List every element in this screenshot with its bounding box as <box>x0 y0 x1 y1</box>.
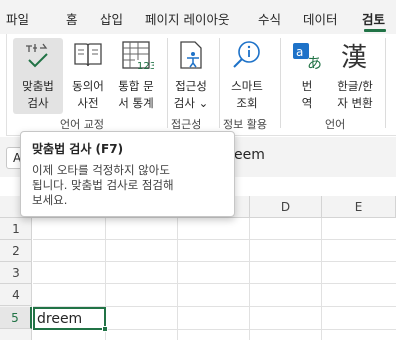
row-header-3[interactable]: 3 <box>0 262 32 284</box>
fill-handle[interactable] <box>102 326 108 332</box>
gridline <box>33 261 396 262</box>
gridline <box>33 283 396 284</box>
gridline <box>249 218 250 340</box>
translate-icon: a あ <box>293 43 322 72</box>
row-header-2[interactable]: 2 <box>0 240 32 262</box>
translate-label: 번 역 <box>301 79 313 110</box>
translate-button[interactable]: a あ 번 역 <box>287 38 327 114</box>
tab-formulas[interactable]: 수식 <box>258 9 281 28</box>
active-tab-indicator <box>364 29 386 32</box>
workbook-statistics-label: 통합 문 서 통계 <box>118 79 154 110</box>
column-header-d[interactable]: D <box>250 196 322 218</box>
workbook-statistics-button[interactable]: 123 통합 문 서 통계 <box>111 38 161 114</box>
check-accessibility-label: 접근성 검사 ⌄ <box>173 79 209 110</box>
row-header-5[interactable]: 5 <box>0 307 32 329</box>
tab-review[interactable]: 검토 <box>362 9 385 28</box>
row-header-1[interactable]: 1 <box>0 218 32 240</box>
thesaurus-button[interactable]: 동의어 사전 <box>65 38 111 114</box>
svg-text:あ: あ <box>307 54 322 72</box>
spelling-label: 맞춤법 검사 <box>22 79 54 110</box>
spelling-button[interactable]: 맞춤법 검사 <box>13 38 63 114</box>
thesaurus-book-icon <box>74 43 102 67</box>
tooltip-title: 맞춤법 검사 (F7) <box>32 142 124 156</box>
svg-text:a: a <box>296 45 303 59</box>
workbook-statistics-icon: 123 <box>122 41 154 72</box>
hangul-hanja-convert-button[interactable]: 漢 한글/한 자 변환 <box>329 38 381 114</box>
hanja-convert-icon: 漢 <box>341 43 367 72</box>
group-separator <box>167 38 168 128</box>
tooltip-body: 이제 오타를 걱정하지 않아도 됩니다. 맞춤법 검사로 점검해 보세요. <box>32 163 174 207</box>
smart-lookup-icon <box>233 41 260 68</box>
group-label-accessibility: 접근성 <box>171 118 202 131</box>
accessibility-check-icon <box>180 41 202 69</box>
row-header-4[interactable]: 4 <box>0 284 32 306</box>
gridline <box>33 239 396 240</box>
group-separator <box>385 38 386 128</box>
tab-page-layout[interactable]: 페이지 레이아웃 <box>145 9 229 28</box>
ribbon-tab-bar: 파일 홈 삽입 페이지 레이아웃 수식 데이터 검토 <box>0 0 396 34</box>
column-header-e[interactable]: E <box>322 196 396 218</box>
active-cell[interactable]: dreem <box>33 307 106 330</box>
svg-text:123: 123 <box>137 61 154 72</box>
group-separator <box>280 38 281 128</box>
tab-home[interactable]: 홈 <box>66 9 78 28</box>
tab-file[interactable]: 파일 <box>6 9 29 28</box>
ribbon-review: 맞춤법 검사 동의어 사전 123 통합 문 서 통계 접근성 검사 ⌄ 스마트… <box>6 34 396 136</box>
group-label-insights: 정보 활용 <box>223 118 267 131</box>
smart-lookup-button[interactable]: 스마트 조회 <box>221 38 273 114</box>
group-separator <box>219 38 220 128</box>
gridline <box>177 218 178 340</box>
row-headers: 1 2 3 4 5 <box>0 218 32 340</box>
formula-input[interactable]: eem <box>234 147 265 163</box>
check-accessibility-button[interactable]: 접근성 검사 ⌄ <box>169 38 213 114</box>
svg-text:漢: 漢 <box>341 43 367 72</box>
smart-lookup-label: 스마트 조회 <box>231 79 263 110</box>
tab-data[interactable]: 데이터 <box>303 9 338 28</box>
group-label-language: 언어 <box>325 118 346 131</box>
thesaurus-label: 동의어 사전 <box>72 79 104 110</box>
spell-check-icon <box>26 43 48 68</box>
tab-insert[interactable]: 삽입 <box>100 9 123 28</box>
gridline <box>321 218 322 340</box>
group-label-proofing: 언어 교정 <box>60 118 104 131</box>
spelling-tooltip: 맞춤법 검사 (F7) 이제 오타를 걱정하지 않아도 됩니다. 맞춤법 검사로… <box>20 131 235 217</box>
hangul-hanja-convert-label: 한글/한 자 변환 <box>337 79 373 110</box>
